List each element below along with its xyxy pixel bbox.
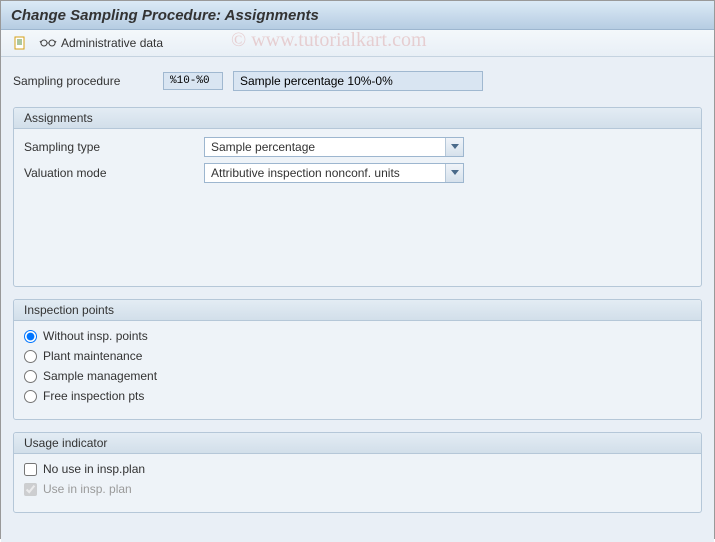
valuation-mode-select[interactable]: Attributive inspection nonconf. units — [204, 163, 464, 183]
page-title: Change Sampling Procedure: Assignments — [11, 7, 704, 24]
checkbox-use-in-insp-plan: Use in insp. plan — [24, 482, 691, 496]
sampling-procedure-description[interactable]: Sample percentage 10%-0% — [233, 71, 483, 91]
radio-free-inspection-pts[interactable]: Free inspection pts — [24, 389, 691, 403]
radio-label-free: Free inspection pts — [43, 389, 144, 403]
glasses-icon — [39, 37, 57, 49]
document-icon — [13, 36, 27, 50]
radio-label-without: Without insp. points — [43, 329, 148, 343]
sampling-type-label: Sampling type — [24, 140, 204, 154]
radio-input-plant[interactable] — [24, 350, 37, 363]
inspection-points-group-title: Inspection points — [14, 300, 701, 321]
radio-label-sample: Sample management — [43, 369, 157, 383]
valuation-mode-row: Valuation mode Attributive inspection no… — [24, 163, 691, 183]
content-area: Sampling procedure %10-%0 Sample percent… — [1, 57, 714, 542]
title-bar: Change Sampling Procedure: Assignments — [1, 1, 714, 30]
checkbox-label-no-use: No use in insp.plan — [43, 462, 145, 476]
checkbox-label-use: Use in insp. plan — [43, 482, 132, 496]
valuation-mode-label: Valuation mode — [24, 166, 204, 180]
assignments-group-title: Assignments — [14, 108, 701, 129]
radio-input-without[interactable] — [24, 330, 37, 343]
radio-without-insp-points[interactable]: Without insp. points — [24, 329, 691, 343]
checkbox-input-use — [24, 483, 37, 496]
valuation-mode-select-wrap: Attributive inspection nonconf. units — [204, 163, 464, 183]
radio-input-sample[interactable] — [24, 370, 37, 383]
toolbar: Administrative data — [1, 30, 714, 57]
sampling-procedure-row: Sampling procedure %10-%0 Sample percent… — [13, 71, 702, 91]
inspection-points-group: Inspection points Without insp. points P… — [13, 299, 702, 420]
sampling-type-row: Sampling type Sample percentage — [24, 137, 691, 157]
usage-indicator-group-title: Usage indicator — [14, 433, 701, 454]
usage-indicator-group: Usage indicator No use in insp.plan Use … — [13, 432, 702, 513]
radio-label-plant: Plant maintenance — [43, 349, 142, 363]
administrative-data-label: Administrative data — [61, 36, 163, 50]
administrative-data-button[interactable]: Administrative data — [35, 35, 167, 51]
checkbox-input-no-use[interactable] — [24, 463, 37, 476]
sampling-type-select-wrap: Sample percentage — [204, 137, 464, 157]
sampling-procedure-label: Sampling procedure — [13, 74, 153, 88]
radio-plant-maintenance[interactable]: Plant maintenance — [24, 349, 691, 363]
radio-input-free[interactable] — [24, 390, 37, 403]
document-icon-button[interactable] — [11, 34, 29, 52]
sampling-type-select[interactable]: Sample percentage — [204, 137, 464, 157]
checkbox-no-use-in-insp-plan[interactable]: No use in insp.plan — [24, 462, 691, 476]
assignments-group: Assignments Sampling type Sample percent… — [13, 107, 702, 287]
radio-sample-management[interactable]: Sample management — [24, 369, 691, 383]
sampling-procedure-code[interactable]: %10-%0 — [163, 72, 223, 90]
